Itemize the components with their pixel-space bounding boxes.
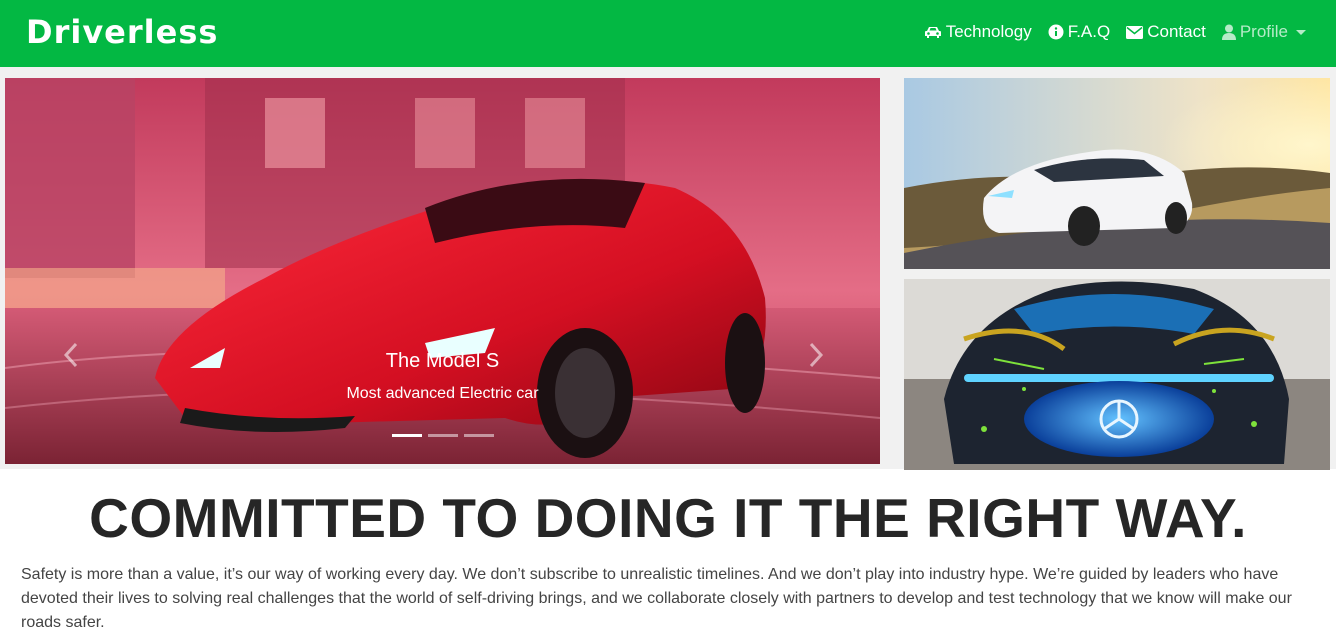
side-image-tech-car	[904, 279, 1330, 470]
hero-carousel[interactable]	[5, 78, 880, 464]
nav-contact-label: Contact	[1147, 22, 1206, 41]
nav-technology[interactable]: Technology	[924, 22, 1032, 42]
carousel-indicator[interactable]	[392, 434, 422, 437]
carousel-caption-title: The Model S	[385, 350, 500, 372]
carousel-slide-image	[5, 78, 880, 464]
info-icon	[1048, 24, 1064, 40]
carousel-indicators	[392, 434, 494, 437]
car-icon	[924, 27, 941, 38]
main-nav: Technology F.A.Q Contact Profile	[908, 0, 1306, 64]
tech-car-image	[904, 279, 1330, 470]
carousel-indicator[interactable]	[428, 434, 458, 437]
caret-down-icon	[1296, 29, 1306, 35]
user-icon	[1221, 24, 1236, 40]
envelope-icon	[1126, 25, 1144, 39]
nav-technology-label: Technology	[945, 22, 1032, 41]
top-navbar: Driverless Technology F.A.Q Contact Prof…	[0, 0, 1336, 67]
nav-contact[interactable]: Contact	[1126, 22, 1206, 42]
carousel-caption-subtitle: Most advanced Electric car	[346, 385, 539, 402]
nav-faq[interactable]: F.A.Q	[1048, 22, 1111, 42]
brand-logo[interactable]: Driverless	[26, 10, 218, 54]
page-headline: COMMITTED TO DOING IT THE RIGHT WAY.	[89, 487, 1247, 549]
nav-faq-label: F.A.Q	[1067, 22, 1111, 41]
carousel-indicator[interactable]	[464, 434, 494, 437]
nav-profile-dropdown[interactable]: Profile	[1221, 22, 1306, 42]
side-image-white-suv	[904, 78, 1330, 269]
nav-profile-label: Profile	[1239, 22, 1288, 41]
white-suv-image	[904, 78, 1330, 269]
intro-paragraph: Safety is more than a value, it’s our wa…	[21, 566, 1292, 631]
